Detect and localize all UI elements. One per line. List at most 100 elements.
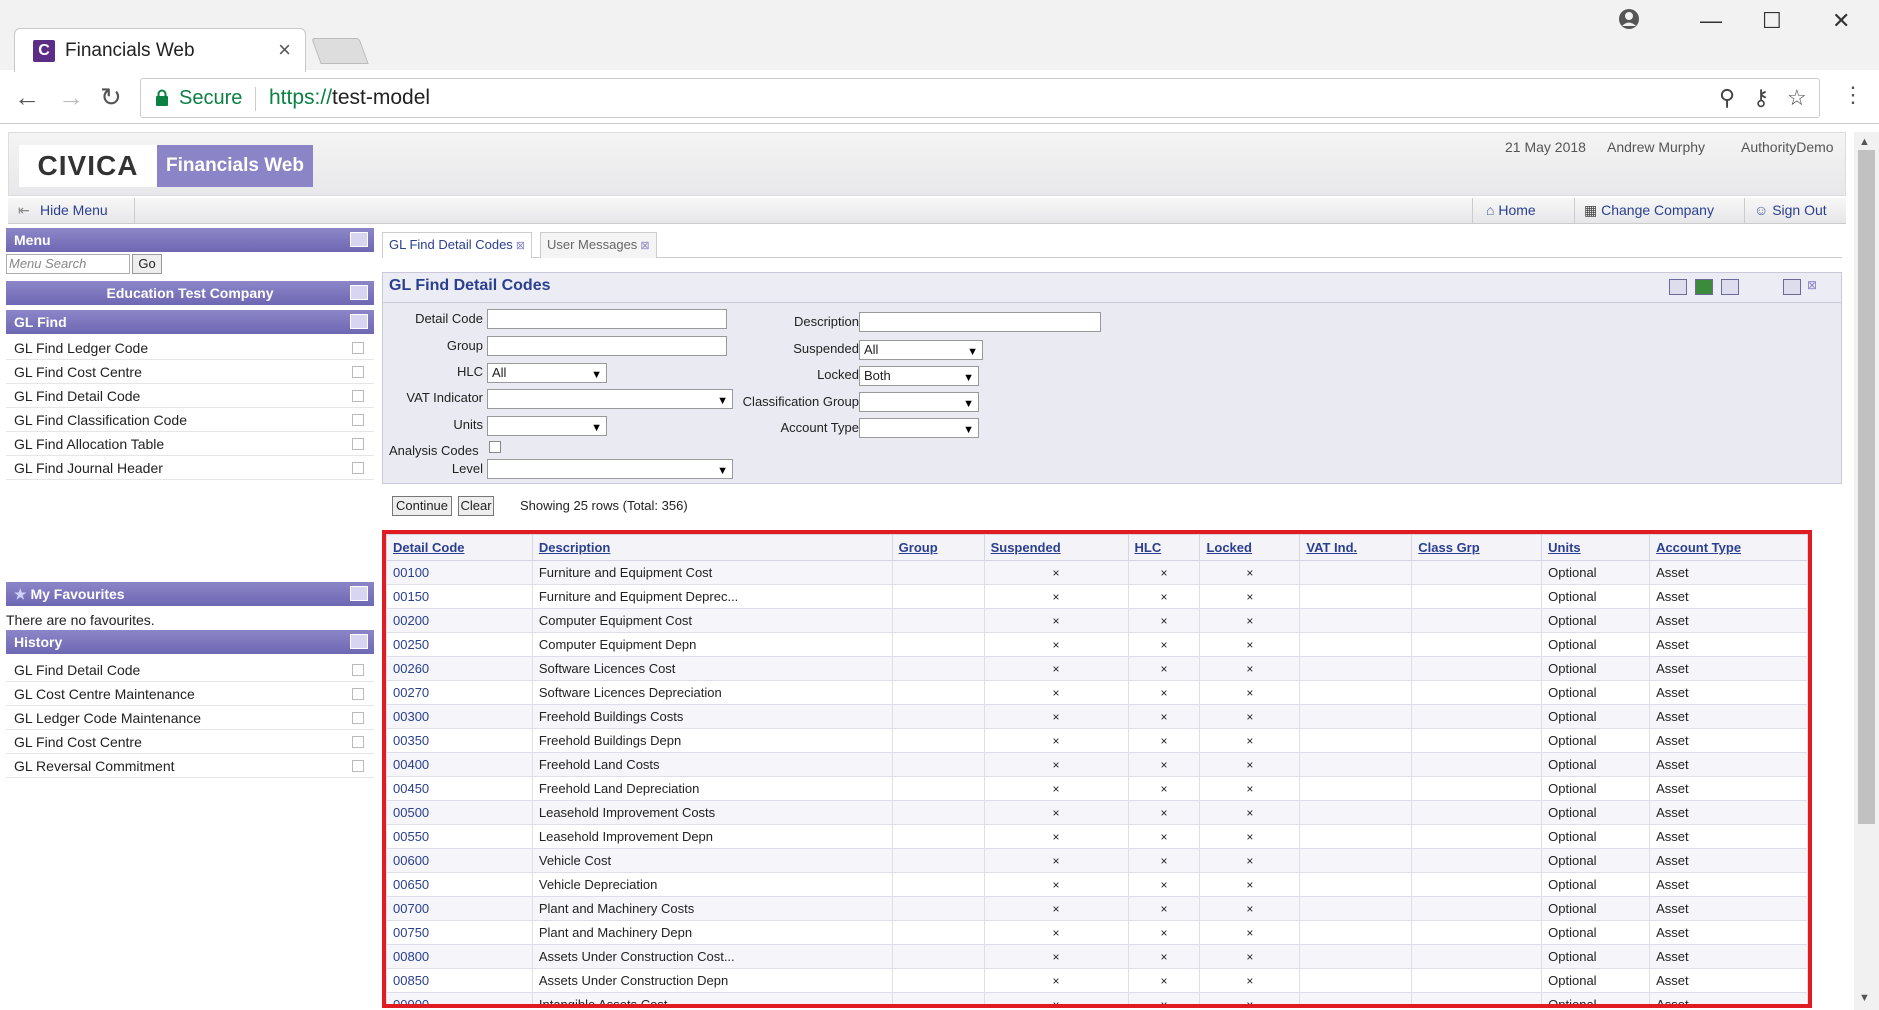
open-new-icon[interactable] xyxy=(352,736,364,748)
table-row[interactable]: 00450 Freehold Land Depreciation × × × Option… xyxy=(386,776,1808,801)
open-new-icon[interactable] xyxy=(352,414,364,426)
table-row[interactable]: 00100 Furniture and Equipment Cost × × × Opti… xyxy=(386,560,1808,585)
close-window-icon[interactable]: ✕ xyxy=(1832,8,1850,34)
close-panel-icon[interactable]: ⊠ xyxy=(1807,278,1817,292)
restore-panel-icon[interactable] xyxy=(1783,279,1801,295)
open-new-icon[interactable] xyxy=(352,390,364,402)
history-header[interactable]: History xyxy=(6,630,374,654)
cell-detail-code[interactable]: 00800 xyxy=(386,944,533,969)
tab-close-icon[interactable]: ⊠ xyxy=(640,240,649,252)
cell-detail-code[interactable]: 00750 xyxy=(386,920,533,945)
gl-find-header[interactable]: GL Find xyxy=(6,310,374,334)
cell-detail-code[interactable]: 00850 xyxy=(386,968,533,993)
pin-icon[interactable] xyxy=(350,285,368,300)
pin-icon[interactable] xyxy=(350,634,368,649)
sidebar-item-gl-find-ledger-code[interactable]: GL Find Ledger Code xyxy=(6,336,374,360)
cell-detail-code[interactable]: 00550 xyxy=(386,824,533,849)
pin-icon[interactable] xyxy=(350,232,368,247)
column-header-group[interactable]: Group xyxy=(891,534,985,561)
table-row[interactable]: 00500 Leasehold Improvement Costs × × × Optio… xyxy=(386,800,1808,825)
classification-group-select[interactable]: ▼ xyxy=(859,392,979,412)
table-row[interactable]: 00850 Assets Under Construction Depn × × × Op… xyxy=(386,968,1808,993)
key-icon[interactable]: ⚷ xyxy=(1753,85,1769,111)
open-new-icon[interactable] xyxy=(352,712,364,724)
cell-detail-code[interactable]: 00300 xyxy=(386,704,533,729)
history-item[interactable]: GL Find Cost Centre xyxy=(6,730,374,754)
table-row[interactable]: 00150 Furniture and Equipment Deprec... × ×… xyxy=(386,584,1808,609)
profile-icon[interactable] xyxy=(1618,8,1640,36)
cell-detail-code[interactable]: 00450 xyxy=(386,776,533,801)
cell-detail-code[interactable]: 00150 xyxy=(386,584,533,609)
level-select[interactable]: ▼ xyxy=(487,459,733,479)
forward-icon[interactable]: → xyxy=(58,82,84,113)
document-icon[interactable] xyxy=(1721,279,1739,295)
vat-indicator-select[interactable]: ▼ xyxy=(487,389,733,409)
print-icon[interactable] xyxy=(1669,279,1687,295)
tab-user-messages[interactable]: User Messages ⊠ xyxy=(540,232,657,258)
table-row[interactable]: 00800 Assets Under Construction Cost... × ×… xyxy=(386,944,1808,969)
analysis-codes-checkbox[interactable] xyxy=(489,441,501,453)
menu-search-input[interactable]: Menu Search xyxy=(6,254,130,274)
sidebar-item-gl-find-detail-code[interactable]: GL Find Detail Code xyxy=(6,384,374,408)
table-row[interactable]: 00270 Software Licences Depreciation × × × Op… xyxy=(386,680,1808,705)
scroll-up-icon[interactable]: ▲ xyxy=(1859,136,1870,148)
open-new-icon[interactable] xyxy=(352,462,364,474)
table-row[interactable]: 00550 Leasehold Improvement Depn × × × Option… xyxy=(386,824,1808,849)
back-icon[interactable]: ← xyxy=(14,82,40,113)
cell-detail-code[interactable]: 00400 xyxy=(386,752,533,777)
table-row[interactable]: 00650 Vehicle Depreciation × × × Optional Asse… xyxy=(386,872,1808,897)
sidebar-item-gl-find-classification-code[interactable]: GL Find Classification Code xyxy=(6,408,374,432)
account-type-select[interactable]: ▼ xyxy=(859,418,979,438)
hide-menu-button[interactable]: ⇤ Hide Menu xyxy=(18,202,108,219)
table-row[interactable]: 00600 Vehicle Cost × × × Optional Asset xyxy=(386,848,1808,873)
table-row[interactable]: 00350 Freehold Buildings Depn × × × Optional A… xyxy=(386,728,1808,753)
sidebar-item-gl-find-journal-header[interactable]: GL Find Journal Header xyxy=(6,456,374,480)
open-new-icon[interactable] xyxy=(352,664,364,676)
cell-detail-code[interactable]: 00900 xyxy=(386,992,533,1004)
open-new-icon[interactable] xyxy=(352,366,364,378)
detail-code-input[interactable] xyxy=(487,309,727,329)
column-header-account-type[interactable]: Account Type xyxy=(1649,534,1808,561)
sidebar-item-gl-find-allocation-table[interactable]: GL Find Allocation Table xyxy=(6,432,374,456)
cell-detail-code[interactable]: 00100 xyxy=(386,560,533,585)
table-row[interactable]: 00200 Computer Equipment Cost × × × Optional A… xyxy=(386,608,1808,633)
history-item[interactable]: GL Cost Centre Maintenance xyxy=(6,682,374,706)
collapse-icon[interactable] xyxy=(350,314,368,329)
clear-button[interactable]: Clear xyxy=(458,496,494,516)
group-input[interactable] xyxy=(487,336,727,356)
new-tab-button[interactable] xyxy=(311,38,369,64)
cell-detail-code[interactable]: 00650 xyxy=(386,872,533,897)
table-row[interactable]: 00400 Freehold Land Costs × × × Optional Asset xyxy=(386,752,1808,777)
tab-gl-find-detail-codes[interactable]: GL Find Detail Codes ⊠ xyxy=(382,232,533,258)
cell-detail-code[interactable]: 00700 xyxy=(386,896,533,921)
open-new-icon[interactable] xyxy=(352,760,364,772)
cell-detail-code[interactable]: 00600 xyxy=(386,848,533,873)
sidebar-item-gl-find-cost-centre[interactable]: GL Find Cost Centre xyxy=(6,360,374,384)
table-row[interactable]: 00900 Intangible Assets Cost × × × Optional As… xyxy=(386,992,1808,1004)
column-header-class-grp[interactable]: Class Grp xyxy=(1411,534,1543,561)
tab-close-icon[interactable]: ⊠ xyxy=(516,240,525,252)
maximize-icon[interactable]: ☐ xyxy=(1762,8,1782,34)
cell-detail-code[interactable]: 00260 xyxy=(386,656,533,681)
table-row[interactable]: 00750 Plant and Machinery Depn × × × Optional… xyxy=(386,920,1808,945)
pin-icon[interactable] xyxy=(350,586,368,601)
table-row[interactable]: 00700 Plant and Machinery Costs × × × Optiona… xyxy=(386,896,1808,921)
browser-tab[interactable]: C Financials Web × xyxy=(14,28,306,72)
change-company-button[interactable]: ▦ Change Company xyxy=(1584,202,1714,219)
sign-out-button[interactable]: ☺ Sign Out xyxy=(1754,202,1827,218)
open-new-icon[interactable] xyxy=(352,342,364,354)
cell-detail-code[interactable]: 00500 xyxy=(386,800,533,825)
url-text[interactable]: https://test-model xyxy=(269,86,430,110)
open-new-icon[interactable] xyxy=(352,688,364,700)
table-row[interactable]: 00300 Freehold Buildings Costs × × × Optional… xyxy=(386,704,1808,729)
history-item[interactable]: GL Reversal Commitment xyxy=(6,754,374,778)
description-input[interactable] xyxy=(859,312,1101,332)
suspended-select[interactable]: All ▼ xyxy=(859,340,983,360)
home-button[interactable]: ⌂ Home xyxy=(1486,202,1536,218)
column-header-description[interactable]: Description xyxy=(531,534,893,561)
favourites-header[interactable]: ★ My Favourites xyxy=(6,582,374,606)
cell-detail-code[interactable]: 00200 xyxy=(386,608,533,633)
zoom-icon[interactable]: ⚲ xyxy=(1719,85,1735,111)
locked-select[interactable]: Both ▼ xyxy=(859,366,979,386)
column-header-vat-ind[interactable]: VAT Ind. xyxy=(1299,534,1413,561)
